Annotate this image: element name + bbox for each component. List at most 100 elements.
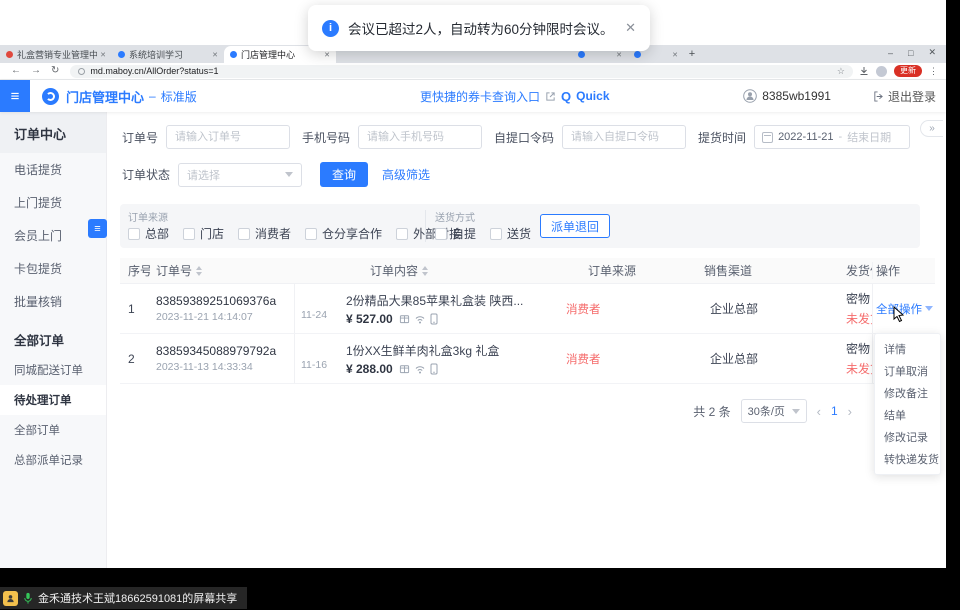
col-content[interactable]: 订单内容 (338, 262, 556, 279)
phone-icon (430, 313, 438, 325)
sort-icon[interactable] (196, 266, 202, 276)
source-filter-panel: 订单来源 总部 门店 消费者 仓分享合作 外部对接 送货方式 自提 送货 派单退… (120, 204, 920, 248)
checkbox-self-pickup[interactable]: 自提 (435, 225, 476, 242)
content-title: 1份XX生鲜羊肉礼盒3kg 礼盒 (346, 342, 556, 359)
cell-order-no: 83859389251069376a 2023-11-21 14:14:07 (150, 284, 294, 333)
chrome-update-button[interactable]: 更新 (894, 65, 922, 77)
pickup-time-label: 提货时间 (698, 129, 746, 146)
col-order-no[interactable]: 订单号 (150, 262, 294, 279)
sidebar-section-all-orders[interactable]: 全部订单 (0, 318, 106, 355)
sidebar-item-card-pickup[interactable]: 卡包提货 (0, 252, 106, 285)
quick-q-logo[interactable]: Q (561, 89, 571, 104)
minimize-button[interactable]: – (888, 48, 893, 58)
checkbox-label: 总部 (145, 225, 169, 242)
menu-item-to-express[interactable]: 转快递发货 (875, 448, 940, 470)
external-link-icon (545, 91, 556, 102)
search-button[interactable]: 查询 (320, 162, 368, 187)
forward-icon[interactable]: → (31, 66, 41, 76)
menu-item-close-order[interactable]: 结单 (875, 404, 940, 426)
sidebar: 订单中心 电话提货 上门提货 会员上门 卡包提货 批量核销 全部订单 同城配送订… (0, 112, 107, 568)
app-title: 门店管理中心 (66, 87, 144, 106)
delivery-method-label: 送货方式 (435, 209, 475, 224)
order-time: 2023-11-13 14:33:34 (156, 361, 294, 373)
tab-favicon (634, 51, 641, 58)
pickup-code-input[interactable] (562, 125, 686, 149)
col-label: 订单号 (156, 262, 192, 279)
chevron-down-icon (792, 409, 800, 414)
share-status-text: 金禾通技术王斌18662591081的屏幕共享 (38, 590, 237, 606)
panel-collapse-button[interactable]: » (920, 120, 943, 137)
menu-item-cancel-order[interactable]: 订单取消 (875, 360, 940, 382)
checkbox-store[interactable]: 门店 (183, 225, 224, 242)
back-icon[interactable]: ← (11, 66, 21, 76)
sidebar-item-pending-orders[interactable]: 待处理订单 (0, 385, 106, 415)
sidebar-item-phone-pickup[interactable]: 电话提货 (0, 153, 106, 186)
cell-content: 1份XX生鲜羊肉礼盒3kg 礼盒 ¥ 288.00 (338, 334, 556, 383)
close-window-button[interactable]: ✕ (928, 47, 936, 58)
all-actions-dropdown[interactable]: 全部操作 (876, 301, 935, 317)
tab-close-icon[interactable]: ✕ (616, 51, 622, 59)
quick-link[interactable]: 更快捷的券卡查询入口 (420, 88, 540, 105)
checkbox-icon (435, 228, 447, 240)
cell-seq: 2 (120, 334, 150, 383)
menu-item-edit-history[interactable]: 修改记录 (875, 426, 940, 448)
delivery-method-options: 自提 送货 (435, 225, 545, 242)
phone-input[interactable] (358, 125, 482, 149)
tab-close-icon[interactable]: ✕ (672, 51, 678, 59)
browser-tab-1[interactable]: 礼盒营销专业管理中心 ✕ (0, 46, 112, 63)
sidebar-item-hq-dispatch-log[interactable]: 总部派单记录 (0, 445, 106, 475)
browser-tab-2[interactable]: 系统培训学习 ✕ (112, 46, 224, 63)
quick-entry: 更快捷的券卡查询入口 Q Quick (420, 88, 610, 105)
tab-close-icon[interactable]: ✕ (212, 51, 218, 59)
menu-item-details[interactable]: 详情 (875, 338, 940, 360)
prev-page-button[interactable]: ‹ (817, 404, 821, 419)
maximize-button[interactable]: □ (908, 48, 913, 58)
reload-icon[interactable]: ↻ (51, 66, 59, 76)
dispatch-return-button[interactable]: 派单退回 (540, 214, 610, 238)
tab-favicon (578, 51, 585, 58)
hamburger-menu-button[interactable]: ≡ (0, 80, 30, 112)
chevron-down-icon (925, 306, 933, 311)
sidebar-item-batch-verify[interactable]: 批量核销 (0, 285, 106, 318)
browser-profile-avatar[interactable] (876, 66, 887, 77)
quick-brand[interactable]: Quick (576, 89, 609, 103)
order-no-input[interactable] (166, 125, 290, 149)
menu-item-edit-note[interactable]: 修改备注 (875, 382, 940, 404)
sidebar-section-order-center[interactable]: 订单中心 (0, 112, 106, 153)
filter-row-1: 订单号 手机号码 自提口令码 提货时间 2022-11-21 - 结束日期 (122, 125, 910, 149)
checkbox-label: 仓分享合作 (322, 225, 382, 242)
toast-message: 会议已超过2人，自动转为60分钟限时会议。 (348, 18, 614, 38)
sort-icon[interactable] (422, 266, 428, 276)
phone-icon (430, 363, 438, 375)
col-source: 订单来源 (556, 262, 664, 279)
col-label: 订单内容 (370, 262, 418, 279)
page-size-select[interactable]: 30条/页 (741, 399, 807, 423)
order-time: 2023-11-21 14:14:07 (156, 311, 294, 323)
new-tab-button[interactable]: + (684, 48, 700, 60)
current-page[interactable]: 1 (831, 404, 838, 418)
sidebar-item-city-delivery[interactable]: 同城配送订单 (0, 355, 106, 385)
bookmark-star-icon[interactable]: ☆ (837, 66, 845, 77)
download-icon[interactable] (859, 66, 869, 76)
toast-close-icon[interactable]: ✕ (615, 20, 636, 36)
order-status-select[interactable]: 请选择 (178, 163, 302, 187)
logout-button[interactable]: 退出登录 (873, 88, 936, 105)
tab-favicon (118, 51, 125, 58)
cell-channel: 企业总部 (664, 334, 846, 383)
checkbox-consumer[interactable]: 消费者 (238, 225, 291, 242)
next-page-button[interactable]: › (848, 404, 852, 419)
tab-close-icon[interactable]: ✕ (100, 51, 106, 59)
site-info-icon[interactable] (78, 68, 85, 75)
address-bar[interactable]: md.maboy.cn/AllOrder?status=1 ☆ (70, 65, 853, 78)
tab-close-icon[interactable]: ✕ (324, 51, 330, 59)
sidebar-item-all-orders[interactable]: 全部订单 (0, 415, 106, 445)
browser-menu-icon[interactable]: ⋮ (929, 66, 938, 77)
page-size-value: 30条/页 (748, 403, 785, 419)
date-range-picker[interactable]: 2022-11-21 - 结束日期 (754, 125, 910, 149)
advanced-filter-link[interactable]: 高级筛选 (382, 166, 430, 183)
checkbox-delivery[interactable]: 送货 (490, 225, 531, 242)
checkbox-warehouse-share[interactable]: 仓分享合作 (305, 225, 382, 242)
sidebar-float-menu-button[interactable]: ≡ (88, 219, 107, 238)
checkbox-hq[interactable]: 总部 (128, 225, 169, 242)
sidebar-item-door-pickup[interactable]: 上门提货 (0, 186, 106, 219)
